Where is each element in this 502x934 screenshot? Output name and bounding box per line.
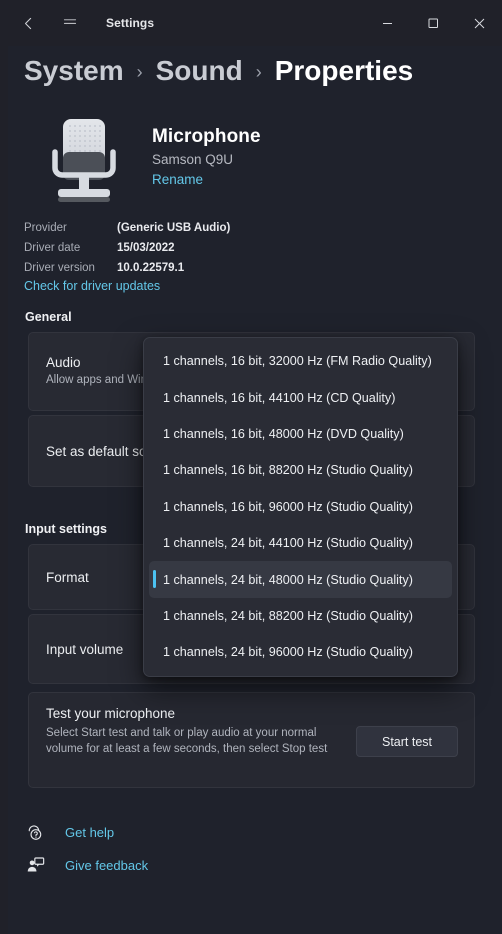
driver-info-row: Provider (Generic USB Audio) (24, 218, 230, 238)
format-option[interactable]: 1 channels, 24 bit, 96000 Hz (Studio Qua… (149, 634, 452, 670)
breadcrumb-item-sound[interactable]: Sound (156, 55, 243, 87)
microphone-icon (38, 112, 130, 210)
driver-version-label: Driver version (24, 262, 95, 274)
provider-label: Provider (24, 222, 67, 234)
format-option[interactable]: 1 channels, 24 bit, 48000 Hz (Studio Qua… (149, 561, 452, 598)
start-test-button[interactable]: Start test (356, 726, 458, 757)
device-header: Microphone Samson Q9U Rename (28, 112, 261, 210)
format-option[interactable]: 1 channels, 24 bit, 88200 Hz (Studio Qua… (149, 598, 452, 634)
device-name: Microphone (152, 126, 261, 147)
test-microphone-subtitle: Select Start test and talk or play audio… (46, 727, 328, 755)
format-option[interactable]: 1 channels, 16 bit, 88200 Hz (Studio Qua… (149, 452, 452, 488)
hamburger-menu-icon[interactable] (50, 4, 90, 42)
format-option[interactable]: 1 channels, 16 bit, 32000 Hz (FM Radio Q… (149, 343, 452, 379)
driver-version-value: 10.0.22579.1 (117, 262, 185, 274)
breadcrumb-item-properties: Properties (274, 55, 414, 86)
driver-date-label: Driver date (24, 242, 81, 254)
driver-info-row: Driver date 15/03/2022 (24, 238, 230, 258)
get-help-link[interactable]: Get help (24, 822, 114, 842)
driver-info: Provider (Generic USB Audio) Driver date… (24, 218, 230, 278)
get-help-label: Get help (65, 824, 115, 840)
feedback-person-icon (24, 855, 46, 875)
input-volume-title: Input volume (46, 641, 124, 657)
format-title: Format (46, 569, 89, 585)
close-button[interactable] (456, 0, 502, 46)
provider-value: (Generic USB Audio) (117, 222, 231, 234)
card-test-microphone: Test your microphone Select Start test a… (28, 692, 475, 788)
driver-date-value: 15/03/2022 (117, 242, 175, 254)
format-option[interactable]: 1 channels, 16 bit, 48000 Hz (DVD Qualit… (149, 416, 452, 452)
breadcrumb-separator-icon: › (255, 62, 262, 82)
help-question-icon (24, 822, 46, 842)
device-model: Samson Q9U (152, 152, 234, 167)
window-title: Settings (106, 16, 155, 30)
format-option[interactable]: 1 channels, 16 bit, 96000 Hz (Studio Qua… (149, 489, 452, 525)
breadcrumb-separator-icon: › (136, 62, 143, 82)
format-option[interactable]: 1 channels, 16 bit, 44100 Hz (CD Quality… (149, 379, 452, 415)
format-option[interactable]: 1 channels, 24 bit, 44100 Hz (Studio Qua… (149, 525, 452, 561)
maximize-button[interactable] (410, 0, 456, 46)
back-arrow-icon[interactable] (8, 4, 48, 42)
driver-info-row: Driver version 10.0.22579.1 (24, 258, 230, 278)
minimize-button[interactable] (364, 0, 410, 46)
breadcrumb: System › Sound › Properties (24, 46, 413, 96)
check-driver-updates-link[interactable]: Check for driver updates (24, 279, 160, 293)
section-heading-general: General (25, 310, 72, 324)
test-microphone-title: Test your microphone (46, 706, 176, 721)
device-meta: Microphone Samson Q9U Rename (152, 112, 261, 187)
give-feedback-link[interactable]: Give feedback (24, 855, 148, 875)
title-bar: Settings (0, 0, 502, 46)
format-dropdown-flyout[interactable]: 1 channels, 16 bit, 32000 Hz (FM Radio Q… (143, 337, 458, 677)
rename-link[interactable]: Rename (152, 172, 261, 187)
give-feedback-label: Give feedback (65, 857, 149, 873)
section-heading-input-settings: Input settings (25, 522, 107, 536)
breadcrumb-item-system[interactable]: System (24, 55, 124, 87)
settings-window: Settings System › Sound › Properties Mic… (0, 0, 502, 934)
